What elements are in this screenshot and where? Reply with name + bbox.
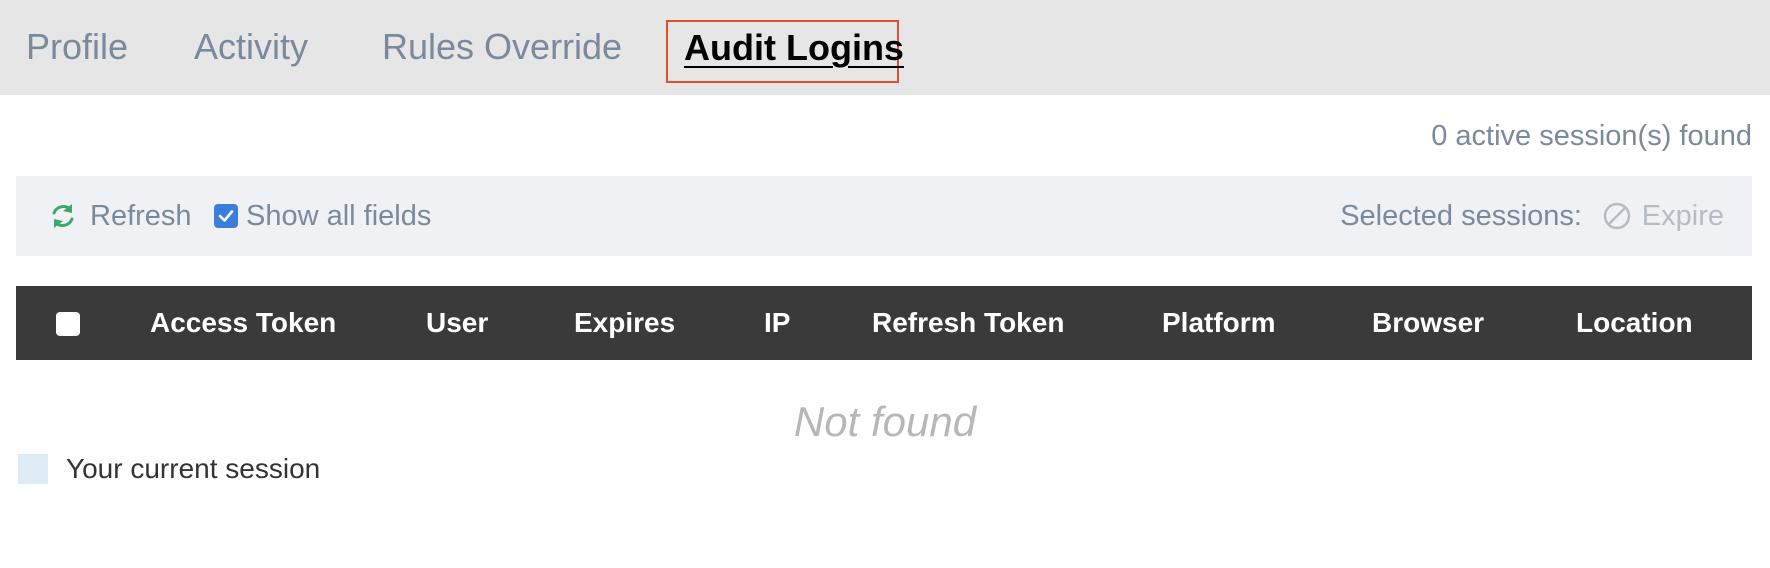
tab-audit-logins[interactable]: Audit Logins (666, 20, 904, 83)
tab-profile[interactable]: Profile (26, 22, 128, 72)
block-icon (1603, 202, 1631, 230)
column-header-expires[interactable]: Expires (574, 286, 675, 360)
refresh-icon (52, 204, 74, 228)
refresh-label: Refresh (90, 199, 192, 232)
column-header-browser[interactable]: Browser (1372, 286, 1484, 360)
legend-swatch (18, 454, 48, 484)
selected-sessions-label: Selected sessions: (1340, 200, 1582, 232)
show-all-fields-toggle[interactable]: Show all fields (214, 196, 431, 236)
column-header-refresh-token[interactable]: Refresh Token (872, 286, 1064, 360)
column-header-ip[interactable]: IP (764, 286, 790, 360)
select-all-checkbox[interactable] (56, 312, 80, 336)
column-header-user[interactable]: User (426, 286, 488, 360)
session-count: 0 active session(s) found (1431, 120, 1752, 152)
tab-audit-logins-label: Audit Logins (684, 27, 904, 68)
check-icon (218, 210, 234, 222)
show-all-fields-checkbox[interactable] (214, 204, 238, 228)
current-session-legend: Your current session (18, 453, 321, 484)
empty-state-text: Not found (793, 398, 977, 445)
tab-bar: Profile Activity Rules Override Audit Lo… (0, 0, 1770, 95)
tab-rules-override[interactable]: Rules Override (382, 22, 622, 72)
column-header-access-token[interactable]: Access Token (150, 286, 336, 360)
expire-button[interactable]: Expire (1602, 196, 1724, 236)
show-all-fields-label: Show all fields (246, 199, 432, 232)
refresh-button[interactable]: Refresh (48, 196, 192, 236)
legend-label: Your current session (66, 453, 321, 484)
column-header-location[interactable]: Location (1576, 286, 1693, 360)
sessions-table-header: Access Token User Expires IP Refresh Tok… (16, 286, 1752, 360)
toolbar: Refresh Show all fields Selected session… (16, 176, 1752, 256)
tab-activity[interactable]: Activity (194, 22, 308, 72)
column-header-platform[interactable]: Platform (1162, 286, 1276, 360)
expire-label: Expire (1641, 199, 1724, 232)
